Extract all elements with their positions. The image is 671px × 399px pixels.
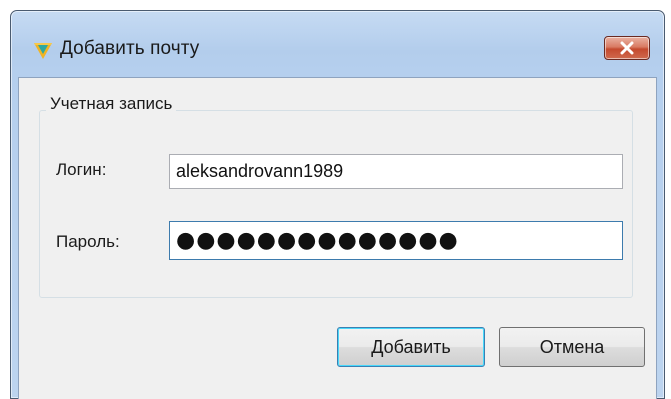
account-group-legend: Учетная запись — [46, 94, 177, 114]
login-input[interactable] — [169, 154, 623, 189]
title-bar[interactable]: Добавить почту — [11, 11, 664, 77]
close-button[interactable] — [604, 36, 650, 60]
window-title: Добавить почту — [60, 38, 200, 59]
password-input[interactable]: ●●●●●●●●●●●●●● — [169, 221, 623, 260]
account-groupbox — [39, 110, 633, 298]
dialog-client-area: Учетная запись Логин: Пароль: ●●●●●●●●●●… — [18, 77, 657, 399]
cancel-button[interactable]: Отмена — [499, 327, 645, 367]
add-button[interactable]: Добавить — [337, 327, 485, 367]
close-icon — [620, 41, 634, 55]
login-label: Логин: — [56, 160, 107, 179]
app-logo-icon — [33, 40, 53, 60]
add-mail-dialog: Добавить почту Учетная запись Логин: Пар… — [10, 10, 665, 399]
password-label: Пароль: — [56, 232, 120, 251]
